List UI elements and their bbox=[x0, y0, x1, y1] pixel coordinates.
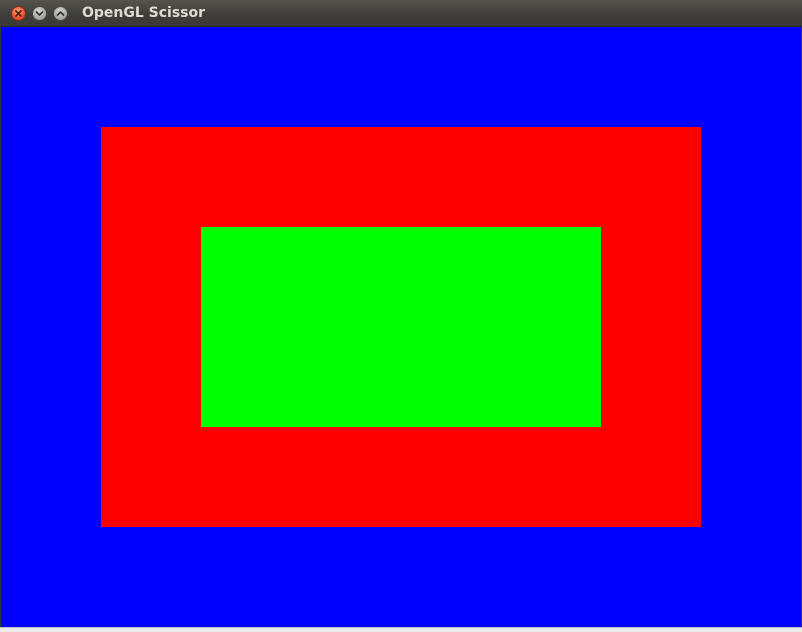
window-title: OpenGL Scissor bbox=[82, 5, 206, 21]
minimize-button[interactable] bbox=[32, 6, 47, 21]
inner-scissor-region bbox=[201, 227, 601, 427]
close-button[interactable] bbox=[11, 6, 26, 21]
title-bar[interactable]: OpenGL Scissor bbox=[0, 0, 802, 27]
app-window: OpenGL Scissor bbox=[0, 0, 802, 632]
chevron-up-icon bbox=[56, 11, 65, 16]
opengl-canvas[interactable] bbox=[1, 27, 801, 627]
chevron-down-icon bbox=[35, 11, 44, 16]
window-bottom-edge bbox=[0, 627, 802, 632]
maximize-button[interactable] bbox=[53, 6, 68, 21]
close-icon bbox=[15, 10, 22, 17]
